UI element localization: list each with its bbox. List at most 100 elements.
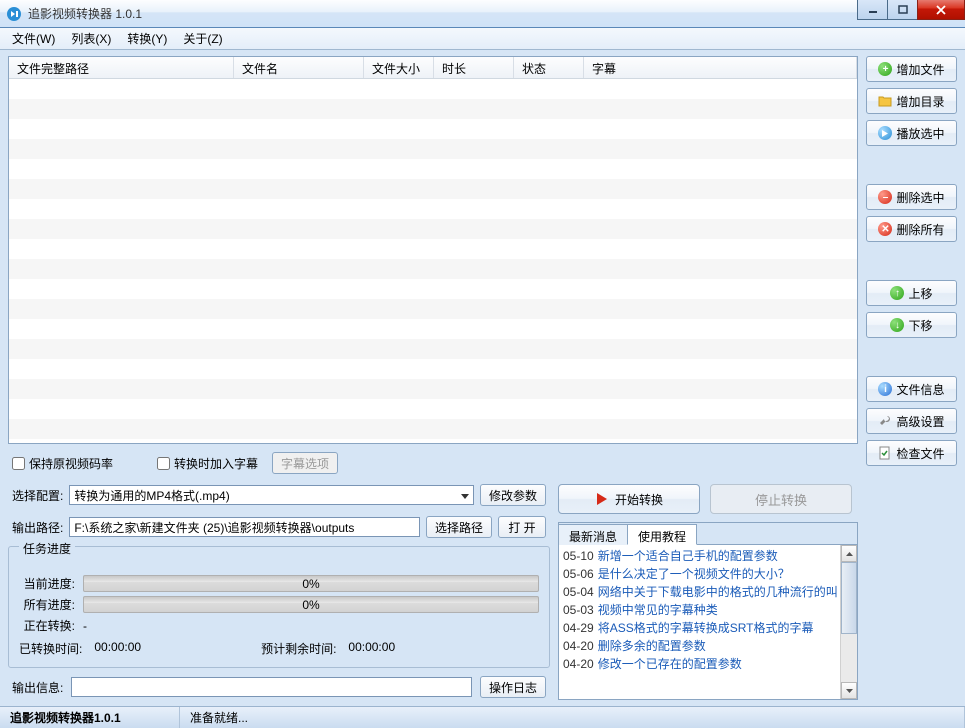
output-info-field[interactable]: [71, 677, 472, 697]
move-down-button[interactable]: ↓下移: [866, 312, 957, 338]
log-button[interactable]: 操作日志: [480, 676, 546, 698]
status-bar: 追影视频转换器1.0.1 准备就绪...: [0, 706, 965, 728]
col-size[interactable]: 文件大小: [364, 57, 434, 78]
start-convert-button[interactable]: 开始转换: [558, 484, 700, 514]
converting-value: -: [83, 619, 87, 633]
lower-right: 开始转换 停止转换 最新消息 使用教程 05-10新增一个适合自己手机的配置参数…: [558, 482, 858, 700]
delete-selected-button[interactable]: –删除选中: [866, 184, 957, 210]
subtitle-options-button[interactable]: 字幕选项: [272, 452, 338, 474]
elapsed-value: 00:00:00: [94, 640, 141, 657]
all-progress-line: 所有进度: 0%: [19, 596, 539, 613]
tab-tutorial[interactable]: 使用教程: [627, 524, 697, 545]
arrow-up-icon: ↑: [890, 286, 904, 300]
maximize-button[interactable]: [887, 0, 917, 20]
current-progress-bar: 0%: [83, 575, 539, 592]
output-label: 输出路径:: [12, 519, 63, 536]
move-up-button[interactable]: ↑ 上移: [866, 280, 957, 306]
col-subtitle[interactable]: 字幕: [584, 57, 857, 78]
news-link[interactable]: 是什么决定了一个视频文件的大小？: [598, 565, 790, 583]
scroll-up-icon[interactable]: [841, 545, 857, 562]
delete-all-button[interactable]: ✕删除所有: [866, 216, 957, 242]
file-info-button[interactable]: i文件信息: [866, 376, 957, 402]
news-item: 04-20删除多余的配置参数: [563, 637, 838, 655]
lower-area: 选择配置: 转换为通用的MP4格式(.mp4) 修改参数 输出路径: F:\系统…: [8, 482, 858, 700]
news-link[interactable]: 视频中常见的字幕种类: [598, 601, 718, 619]
minimize-button[interactable]: [857, 0, 887, 20]
choose-path-button[interactable]: 选择路径: [426, 516, 492, 538]
open-path-button[interactable]: 打 开: [498, 516, 546, 538]
action-row: 开始转换 停止转换: [558, 482, 858, 516]
left-column: 文件完整路径 文件名 文件大小 时长 状态 字幕 保持原视频码率 转换时加入字幕…: [0, 50, 862, 706]
col-path[interactable]: 文件完整路径: [9, 57, 234, 78]
window-controls: [857, 0, 965, 20]
scroll-thumb[interactable]: [841, 562, 857, 634]
menu-about[interactable]: 关于(Z): [175, 28, 230, 49]
main-area: 文件完整路径 文件名 文件大小 时长 状态 字幕 保持原视频码率 转换时加入字幕…: [0, 50, 965, 706]
arrow-down-icon: ↓: [890, 318, 904, 332]
keep-bitrate-option[interactable]: 保持原视频码率: [12, 455, 113, 472]
all-progress-bar: 0%: [83, 596, 539, 613]
add-file-button[interactable]: + 增加文件: [866, 56, 957, 82]
modify-params-button[interactable]: 修改参数: [480, 484, 546, 506]
info-body[interactable]: 05-10新增一个适合自己手机的配置参数 05-06是什么决定了一个视频文件的大…: [559, 545, 857, 699]
add-file-label: 增加文件: [896, 61, 944, 78]
close-button[interactable]: [917, 0, 965, 20]
config-select[interactable]: 转换为通用的MP4格式(.mp4): [69, 485, 474, 505]
options-row: 保持原视频码率 转换时加入字幕 字幕选项: [8, 450, 858, 476]
menu-list[interactable]: 列表(X): [63, 28, 119, 49]
news-link[interactable]: 将ASS格式的字幕转换成SRT格式的字幕: [598, 619, 814, 637]
menu-file[interactable]: 文件(W): [4, 28, 63, 49]
table-body[interactable]: [9, 79, 857, 443]
add-subtitle-option[interactable]: 转换时加入字幕: [157, 455, 258, 472]
status-app: 追影视频转换器1.0.1: [0, 707, 180, 728]
status-ready: 准备就绪...: [180, 707, 965, 728]
progress-group: 任务进度 当前进度: 0% 所有进度: 0% 正在转换: - 已转换时间:00: [8, 546, 550, 668]
progress-legend: 任务进度: [19, 540, 75, 557]
news-link[interactable]: 新增一个适合自己手机的配置参数: [598, 547, 778, 565]
output-info-label: 输出信息:: [12, 679, 63, 696]
plus-icon: +: [878, 62, 892, 76]
play-selected-button[interactable]: 播放选中: [866, 120, 957, 146]
keep-bitrate-checkbox[interactable]: [12, 457, 25, 470]
start-convert-label: 开始转换: [615, 491, 663, 508]
add-dir-button[interactable]: 增加目录: [866, 88, 957, 114]
news-item: 05-06是什么决定了一个视频文件的大小？: [563, 565, 838, 583]
current-progress-line: 当前进度: 0%: [19, 575, 539, 592]
news-item: 05-03视频中常见的字幕种类: [563, 601, 838, 619]
minus-icon: –: [878, 190, 892, 204]
col-name[interactable]: 文件名: [234, 57, 364, 78]
news-link[interactable]: 网络中关于下载电影中的格式的几种流行的叫: [598, 583, 838, 601]
output-row: 输出路径: F:\系统之家\新建文件夹 (25)\追影视频转换器\outputs…: [8, 514, 550, 540]
converting-label: 正在转换:: [19, 617, 75, 634]
stop-convert-button[interactable]: 停止转换: [710, 484, 852, 514]
news-link[interactable]: 删除多余的配置参数: [598, 637, 706, 655]
col-duration[interactable]: 时长: [434, 57, 514, 78]
add-subtitle-checkbox[interactable]: [157, 457, 170, 470]
config-value: 转换为通用的MP4格式(.mp4): [74, 487, 229, 504]
news-link[interactable]: 修改一个已存在的配置参数: [598, 655, 742, 673]
menu-bar: 文件(W) 列表(X) 转换(Y) 关于(Z): [0, 28, 965, 50]
time-line: 已转换时间:00:00:00 预计剩余时间:00:00:00: [19, 640, 539, 657]
output-path-text: F:\系统之家\新建文件夹 (25)\追影视频转换器\outputs: [74, 519, 354, 536]
elapsed-label: 已转换时间:: [19, 640, 82, 657]
scroll-down-icon[interactable]: [841, 682, 857, 699]
info-area: 最新消息 使用教程 05-10新增一个适合自己手机的配置参数 05-06是什么决…: [558, 522, 858, 700]
move-up-label: 上移: [908, 285, 932, 302]
app-icon: [6, 6, 22, 22]
play-circle-icon: [878, 126, 892, 140]
remain-value: 00:00:00: [348, 640, 395, 657]
info-scrollbar[interactable]: [840, 545, 857, 699]
advanced-settings-button[interactable]: 高级设置: [866, 408, 957, 434]
file-info-label: 文件信息: [896, 381, 944, 398]
dropdown-caret-icon: [461, 488, 469, 502]
keep-bitrate-label: 保持原视频码率: [29, 455, 113, 472]
del-all-label: 删除所有: [896, 221, 944, 238]
check-file-button[interactable]: 检查文件: [866, 440, 957, 466]
tab-news[interactable]: 最新消息: [558, 524, 628, 545]
col-status[interactable]: 状态: [514, 57, 584, 78]
add-subtitle-label: 转换时加入字幕: [174, 455, 258, 472]
news-item: 05-04网络中关于下载电影中的格式的几种流行的叫: [563, 583, 838, 601]
lower-left: 选择配置: 转换为通用的MP4格式(.mp4) 修改参数 输出路径: F:\系统…: [8, 482, 550, 700]
menu-convert[interactable]: 转换(Y): [119, 28, 175, 49]
table-header-row: 文件完整路径 文件名 文件大小 时长 状态 字幕: [9, 57, 857, 79]
